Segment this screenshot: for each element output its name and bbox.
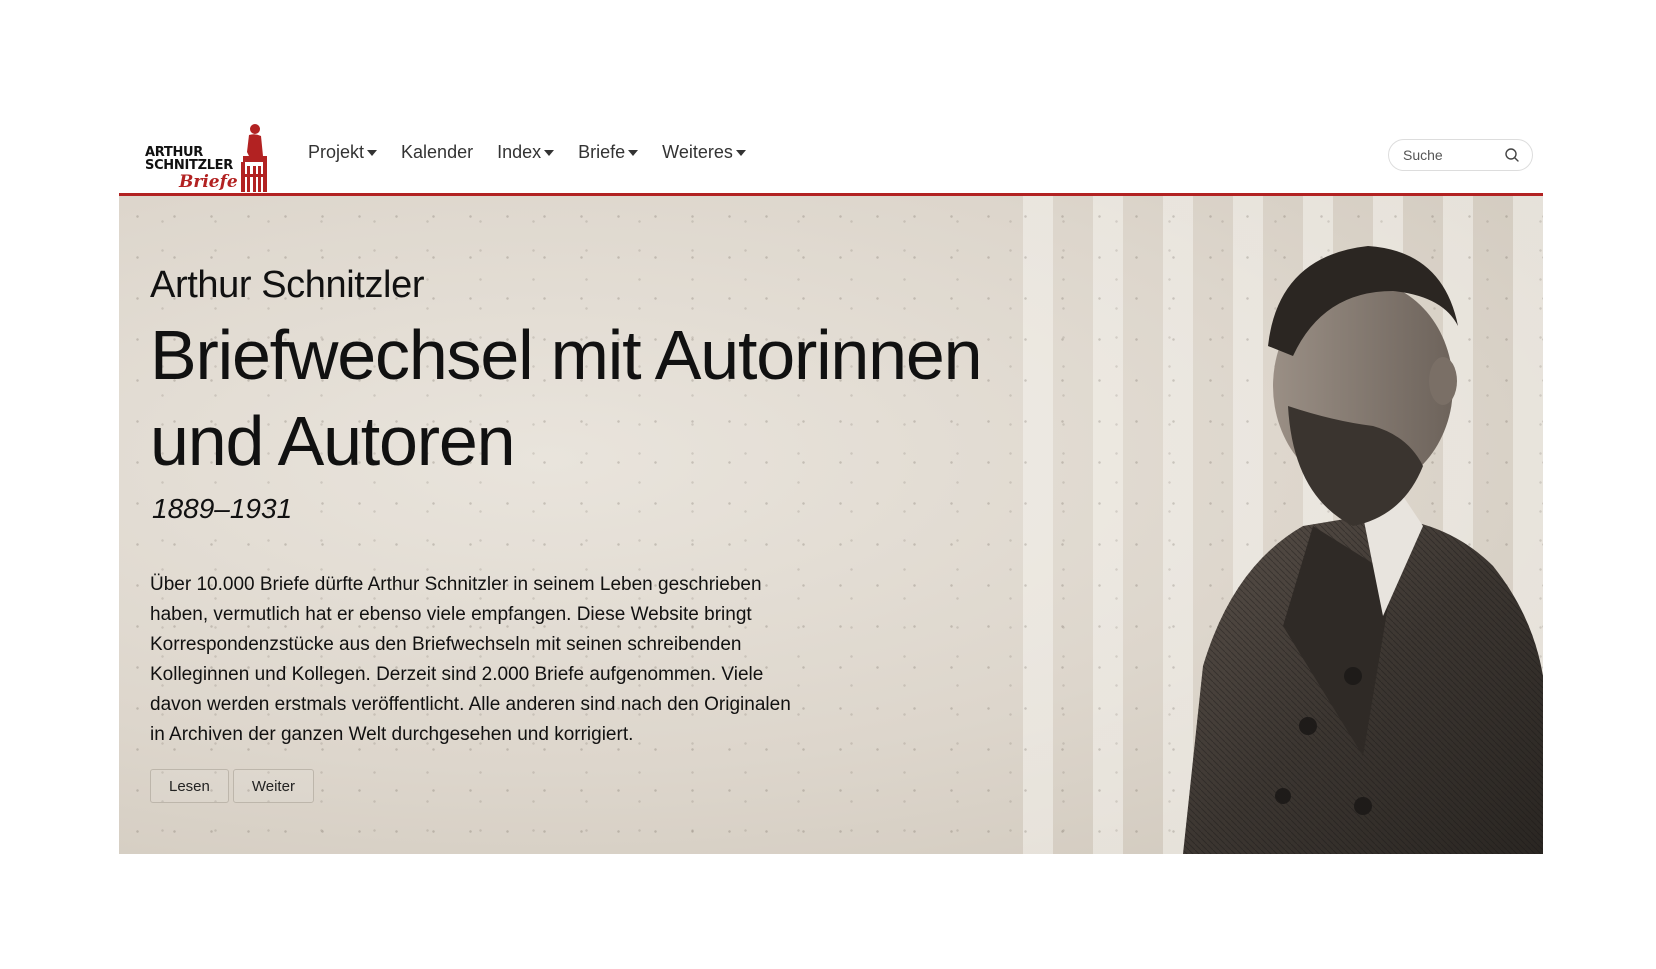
logo-wordmark: ARTHUR SCHNITZLER (145, 146, 233, 172)
page: ARTHUR SCHNITZLER Briefe Projekt Kalende… (0, 0, 1656, 969)
nav-weiteres[interactable]: Weiteres (662, 142, 746, 163)
hero-buttons: Lesen Weiter (150, 769, 1050, 803)
chevron-down-icon (367, 149, 378, 156)
nav-kalender-label: Kalender (401, 142, 474, 162)
search-input[interactable] (1401, 146, 1505, 164)
search-box (1388, 139, 1533, 171)
hero-years: 1889–1931 (152, 493, 293, 524)
search-icon[interactable] (1504, 147, 1520, 163)
logo-line-3: Briefe (179, 172, 238, 192)
navbar: ARTHUR SCHNITZLER Briefe Projekt Kalende… (119, 112, 1543, 196)
nav-briefe[interactable]: Briefe (578, 142, 639, 163)
hero-content: Arthur Schnitzler Briefwechsel mit Autor… (150, 262, 1050, 803)
read-button[interactable]: Lesen (150, 769, 229, 803)
main-nav: Projekt Kalender Index Briefe Weiteres (308, 142, 746, 163)
nav-projekt[interactable]: Projekt (308, 142, 378, 163)
hero-banner: Arthur Schnitzler Briefwechsel mit Autor… (119, 196, 1543, 854)
hero-overline: Arthur Schnitzler (150, 264, 425, 306)
nav-weiteres-label: Weiteres (662, 142, 733, 162)
schnitzler-portrait-image (1183, 246, 1543, 854)
logo-line-2: SCHNITZLER (145, 158, 233, 173)
hero-title-line-1: Briefwechsel mit Autorinnen (150, 316, 983, 394)
chevron-down-icon (628, 149, 639, 156)
writer-figure-icon (241, 124, 267, 192)
nav-projekt-label: Projekt (308, 142, 365, 162)
hero-title-line-2: und Autoren (150, 402, 516, 480)
nav-index-label: Index (497, 142, 542, 162)
hero-title: Briefwechsel mit Autorinnen und Autoren (150, 312, 1050, 484)
hero-description: Über 10.000 Briefe dürfte Arthur Schnitz… (150, 574, 791, 745)
more-button[interactable]: Weiter (232, 769, 314, 803)
nav-briefe-label: Briefe (578, 142, 626, 162)
nav-index[interactable]: Index (497, 142, 555, 163)
chevron-down-icon (735, 149, 746, 156)
nav-kalender[interactable]: Kalender (401, 142, 473, 163)
site-logo[interactable]: ARTHUR SCHNITZLER Briefe (145, 122, 275, 194)
chevron-down-icon (544, 149, 555, 156)
